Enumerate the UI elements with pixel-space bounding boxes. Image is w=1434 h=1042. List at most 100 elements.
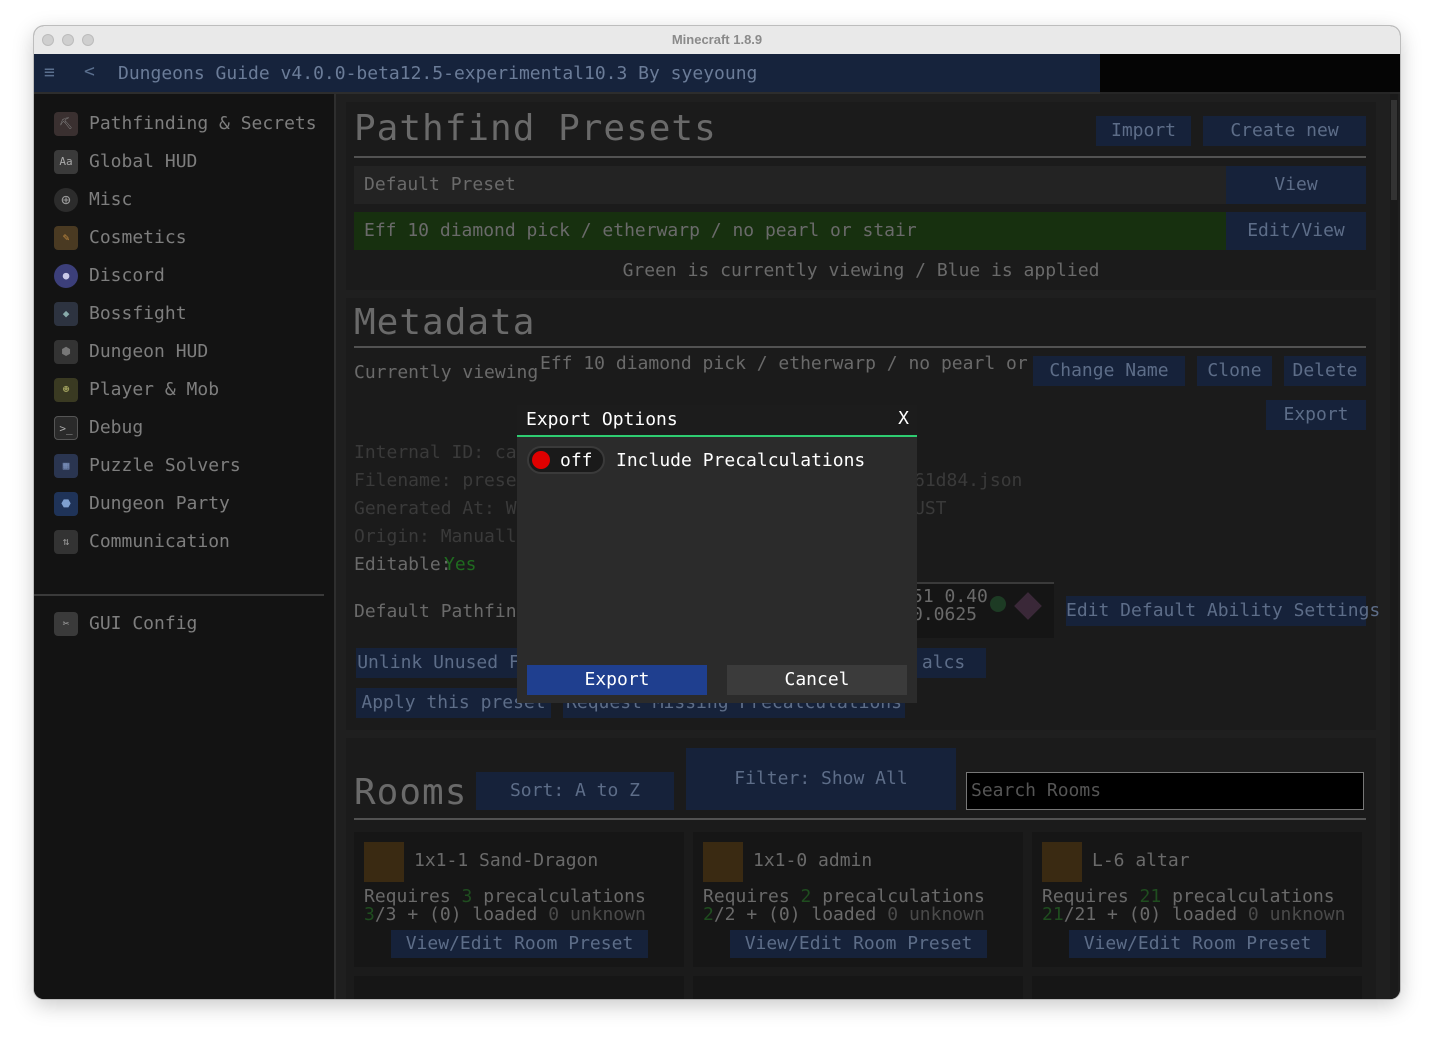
sidebar-item-label: Dungeon Party bbox=[89, 493, 230, 514]
sidebar-item-label: Puzzle Solvers bbox=[89, 455, 241, 476]
edit-default-ability-settings-button[interactable]: Edit Default Ability Settings bbox=[1066, 596, 1380, 626]
scrollbar-thumb[interactable] bbox=[1391, 100, 1397, 200]
discord-icon: ● bbox=[54, 264, 78, 288]
room-name: 1x1-0 admin bbox=[753, 850, 873, 871]
room-card-partial bbox=[1032, 976, 1362, 999]
sidebar-item-misc[interactable]: ⊕ Misc bbox=[54, 185, 324, 215]
sidebar-item-bossfight[interactable]: ◆ Bossfight bbox=[54, 299, 324, 329]
currently-viewing-label: Currently viewing bbox=[354, 362, 539, 383]
sidebar-divider bbox=[34, 594, 324, 596]
metadata-title: Metadata bbox=[354, 302, 536, 343]
view-edit-room-preset-button[interactable]: View/Edit Room Preset bbox=[730, 930, 987, 958]
rooms-title: Rooms bbox=[354, 772, 468, 813]
sidebar-item-label: Communication bbox=[89, 531, 230, 552]
room-loaded: 3/3 + (0) loaded 0 unknown bbox=[364, 904, 646, 925]
room-icon bbox=[364, 842, 404, 882]
sidebar-item-cosmetics[interactable]: ✎ Cosmetics bbox=[54, 223, 324, 253]
editable-label: Editable: bbox=[354, 554, 452, 575]
presets-hint: Green is currently viewing / Blue is app… bbox=[622, 260, 1100, 281]
cancel-button[interactable]: Cancel bbox=[727, 665, 907, 695]
room-card-partial bbox=[354, 976, 684, 999]
search-rooms-input[interactable]: Search Rooms bbox=[966, 772, 1364, 810]
room-loaded: 21/21 + (0) loaded 0 unknown bbox=[1042, 904, 1346, 925]
room-card: L-6 altar Requires 21 precalculations 21… bbox=[1032, 832, 1362, 967]
arrows-icon: ⇅ bbox=[54, 530, 78, 554]
change-name-button[interactable]: Change Name bbox=[1033, 356, 1185, 386]
ender-pearl-icon bbox=[990, 596, 1006, 612]
sidebar: ⛏ Pathfinding & Secrets Aa Global HUD ⊕ … bbox=[34, 94, 336, 999]
clone-button[interactable]: Clone bbox=[1197, 356, 1272, 386]
dragon-icon: ◆ bbox=[54, 302, 78, 326]
view-edit-room-preset-button[interactable]: View/Edit Room Preset bbox=[1069, 930, 1326, 958]
sidebar-item-label: Pathfinding & Secrets bbox=[89, 113, 317, 134]
sidebar-item-puzzle-solvers[interactable]: ▦ Puzzle Solvers bbox=[54, 451, 324, 481]
sidebar-item-label: Player & Mob bbox=[89, 379, 220, 400]
view-preset-button[interactable]: View bbox=[1226, 166, 1366, 204]
sidebar-item-label: Bossfight bbox=[89, 303, 187, 324]
grid-icon: ▦ bbox=[54, 454, 78, 478]
internal-id: Internal ID: cae bbox=[354, 442, 528, 463]
export-options-dialog: Export Options X off Include Precalculat… bbox=[517, 405, 917, 703]
unlink-unused-button[interactable]: Unlink Unused F bbox=[356, 648, 521, 678]
pickaxe-icon: ⛏ bbox=[54, 112, 78, 136]
dialog-header: Export Options X bbox=[517, 405, 917, 437]
generated-at-tail: UST bbox=[914, 498, 947, 519]
font-icon: Aa bbox=[54, 150, 78, 174]
export-button[interactable]: Export bbox=[1266, 400, 1366, 430]
generated-at: Generated At: We bbox=[354, 498, 528, 519]
sidebar-item-label: Misc bbox=[89, 189, 133, 210]
plus-circle-icon: ⊕ bbox=[54, 188, 78, 212]
filter-button[interactable]: Filter: Show All bbox=[686, 748, 956, 810]
export-confirm-button[interactable]: Export bbox=[527, 665, 707, 695]
sidebar-item-gui-config[interactable]: ✂ GUI Config bbox=[54, 609, 324, 639]
delete-button[interactable]: Delete bbox=[1284, 356, 1366, 386]
import-button[interactable]: Import bbox=[1096, 116, 1191, 146]
menu-icon[interactable]: ≡ bbox=[44, 62, 55, 83]
page-title: Pathfind Presets bbox=[354, 108, 717, 149]
toggle-knob bbox=[532, 451, 550, 469]
window-title: Minecraft 1.8.9 bbox=[671, 32, 763, 47]
sidebar-item-label: Discord bbox=[89, 265, 165, 286]
sidebar-item-pathfinding[interactable]: ⛏ Pathfinding & Secrets bbox=[54, 109, 324, 139]
room-card: 1x1-0 admin Requires 2 precalculations 2… bbox=[693, 832, 1023, 967]
filename: Filename: preset bbox=[354, 470, 528, 491]
zombie-icon: ☻ bbox=[54, 378, 78, 402]
preset-name: Eff 10 diamond pick / etherwarp / no pea… bbox=[364, 220, 917, 241]
preset-row-selected[interactable]: Eff 10 diamond pick / etherwarp / no pea… bbox=[354, 212, 1366, 250]
close-icon[interactable]: X bbox=[898, 408, 909, 429]
origin: Origin: Manually bbox=[354, 526, 528, 547]
preset-row[interactable]: Default Preset View bbox=[354, 166, 1366, 204]
sidebar-item-dungeon-hud[interactable]: ⬢ Dungeon HUD bbox=[54, 337, 324, 367]
sidebar-item-global-hud[interactable]: Aa Global HUD bbox=[54, 147, 324, 177]
sidebar-item-debug[interactable]: >_ Debug bbox=[54, 413, 324, 443]
sidebar-item-dungeon-party[interactable]: ⬣ Dungeon Party bbox=[54, 489, 324, 519]
sort-button[interactable]: Sort: A to Z bbox=[476, 772, 674, 810]
room-card: 1x1-1 Sand-Dragon Requires 3 precalculat… bbox=[354, 832, 684, 967]
sidebar-item-player-mob[interactable]: ☻ Player & Mob bbox=[54, 375, 324, 405]
back-arrow-icon[interactable]: < bbox=[84, 61, 95, 82]
include-precalculations-toggle[interactable]: off bbox=[527, 446, 605, 474]
ability-line-2: 0.0625 bbox=[912, 604, 978, 625]
preset-name: Default Preset bbox=[364, 174, 516, 195]
editable-value: Yes bbox=[444, 554, 477, 575]
main-scrollbar[interactable] bbox=[1390, 94, 1398, 999]
app-header: ≡ < Dungeons Guide v4.0.0-beta12.5-exper… bbox=[34, 54, 1100, 94]
sidebar-item-label: GUI Config bbox=[89, 613, 198, 634]
sidebar-item-discord[interactable]: ● Discord bbox=[54, 261, 324, 291]
room-card-partial bbox=[693, 976, 1023, 999]
room-icon bbox=[703, 842, 743, 882]
section-divider bbox=[354, 346, 1366, 348]
sidebar-item-label: Debug bbox=[89, 417, 144, 438]
view-edit-room-preset-button[interactable]: View/Edit Room Preset bbox=[391, 930, 648, 958]
create-new-button[interactable]: Create new bbox=[1203, 116, 1366, 146]
section-divider bbox=[354, 818, 1366, 820]
app-content: ≡ < Dungeons Guide v4.0.0-beta12.5-exper… bbox=[34, 54, 1400, 999]
minecraft-window: Minecraft 1.8.9 ≡ < Dungeons Guide v4.0.… bbox=[34, 26, 1400, 999]
party-icon: ⬣ bbox=[54, 492, 78, 516]
search-placeholder: Search Rooms bbox=[971, 780, 1102, 801]
sidebar-item-communication[interactable]: ⇅ Communication bbox=[54, 527, 324, 557]
pathfind-presets-panel: Pathfind Presets Import Create new Defau… bbox=[346, 102, 1376, 290]
edit-view-preset-button[interactable]: Edit/View bbox=[1226, 212, 1366, 250]
filename-tail: 61d84.json bbox=[914, 470, 1023, 491]
ability-preview: 51 0.40 0.0625 bbox=[906, 582, 1054, 638]
